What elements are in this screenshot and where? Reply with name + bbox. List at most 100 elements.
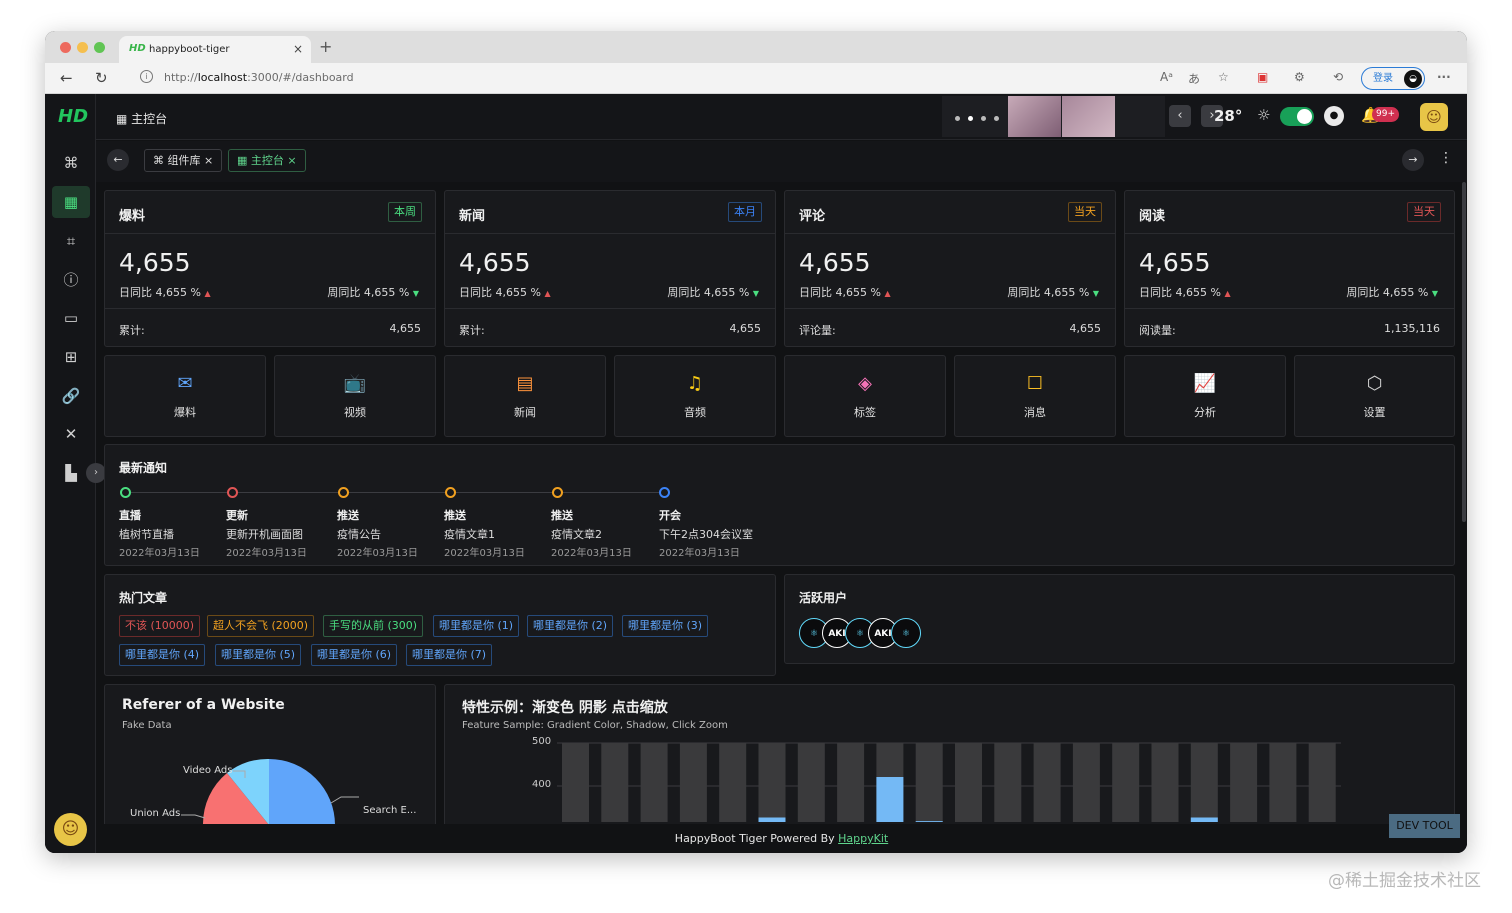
pie-slice-search-engine[interactable] bbox=[269, 759, 335, 825]
github-icon[interactable]: ● bbox=[1324, 106, 1344, 126]
nav-card-icon[interactable]: ▭ bbox=[52, 302, 90, 334]
tab-close-icon[interactable]: × bbox=[293, 42, 303, 56]
breadcrumb[interactable]: ▦ 主控台 bbox=[116, 110, 167, 127]
quick-link-video[interactable]: 📺 视频 bbox=[274, 355, 436, 437]
quick-link-tags[interactable]: ◈ 标签 bbox=[784, 355, 946, 437]
carousel-dot[interactable] bbox=[955, 116, 960, 121]
stat-card: 新闻 本月 4,655 日同比 4,655 % ▲ 周同比 4,655 % ▼ … bbox=[444, 190, 776, 347]
content-scrollbar[interactable] bbox=[1462, 182, 1466, 522]
page-tab-close-icon[interactable]: × bbox=[204, 154, 213, 167]
total-label: 累计: bbox=[459, 324, 485, 337]
carousel-image bbox=[1008, 96, 1061, 137]
maximize-window-button[interactable] bbox=[94, 42, 105, 53]
article-tag[interactable]: 哪里都是你 (3) bbox=[622, 615, 709, 637]
bar-background bbox=[1269, 743, 1297, 822]
timeline-content: 植树节直播 bbox=[119, 528, 174, 541]
carousel-dot[interactable] bbox=[981, 116, 986, 121]
article-tag[interactable]: 手写的从前 (300) bbox=[323, 615, 424, 637]
nav-layout-icon[interactable]: ▙ bbox=[52, 457, 90, 489]
bar[interactable] bbox=[876, 777, 904, 822]
divider bbox=[1125, 308, 1454, 309]
article-tag[interactable]: 超人不会飞 (2000) bbox=[207, 615, 315, 637]
tabs-more-icon[interactable]: ⋮ bbox=[1439, 150, 1453, 166]
bar[interactable] bbox=[758, 817, 786, 823]
user-avatar[interactable]: ☺ bbox=[1420, 103, 1448, 131]
url-field[interactable]: http://localhost:3000/#/dashboard bbox=[164, 71, 354, 84]
tabs-back-icon[interactable]: ← bbox=[107, 149, 129, 171]
browser-tab[interactable]: HD happyboot-tiger × bbox=[119, 36, 311, 63]
back-arrow-icon[interactable]: ← bbox=[60, 69, 73, 87]
article-tag[interactable]: 哪里都是你 (6) bbox=[311, 644, 398, 666]
extension-icon[interactable]: ▣ bbox=[1257, 70, 1268, 84]
bar-background bbox=[1230, 743, 1258, 822]
carousel-dot[interactable] bbox=[994, 116, 999, 121]
bar[interactable] bbox=[915, 821, 943, 822]
pie-label: Union Ads bbox=[130, 808, 181, 819]
quick-link-baoliao[interactable]: ✉ 爆料 bbox=[104, 355, 266, 437]
footer-link[interactable]: HappyKit bbox=[838, 832, 888, 845]
article-tag[interactable]: 哪里都是你 (2) bbox=[527, 615, 614, 637]
translate-icon[interactable]: あ bbox=[1188, 70, 1200, 87]
image-carousel[interactable] bbox=[942, 96, 1165, 137]
carousel-dot-active[interactable] bbox=[968, 116, 973, 121]
carousel-prev-icon[interactable]: ‹ bbox=[1169, 105, 1191, 127]
article-tag[interactable]: 哪里都是你 (1) bbox=[433, 615, 520, 637]
timeline-date: 2022年03月13日 bbox=[226, 548, 307, 559]
bar-background bbox=[955, 743, 982, 822]
more-menu-icon[interactable]: ··· bbox=[1437, 70, 1451, 84]
section-title: 活跃用户 bbox=[799, 591, 848, 605]
quick-link-analytics[interactable]: 📈 分析 bbox=[1124, 355, 1286, 437]
nav-dashboard-icon[interactable]: ▦ bbox=[52, 186, 90, 218]
article-tag[interactable]: 哪里都是你 (7) bbox=[406, 644, 493, 666]
new-tab-button[interactable]: + bbox=[319, 37, 332, 56]
active-users-card: 活跃用户 ⚛ AKI ⚛ AKI ⚛ bbox=[784, 574, 1455, 664]
bar-background bbox=[797, 743, 825, 822]
timeline-dot bbox=[338, 487, 349, 498]
carousel-image bbox=[1062, 96, 1115, 137]
article-tag[interactable]: 不该 (10000) bbox=[119, 615, 201, 637]
nav-tools-icon[interactable]: ✕ bbox=[52, 418, 90, 450]
close-window-button[interactable] bbox=[60, 42, 71, 53]
timeline-content: 下午2点304会议室 bbox=[659, 528, 753, 541]
page-tab-components[interactable]: ⌘ 组件库 × bbox=[144, 149, 223, 172]
down-arrow-icon: ▼ bbox=[412, 289, 419, 298]
quick-link-settings[interactable]: ⬡ 设置 bbox=[1294, 355, 1455, 437]
quick-link-audio[interactable]: ♫ 音频 bbox=[614, 355, 776, 437]
nav-crop-icon[interactable]: ⌗ bbox=[52, 225, 90, 257]
timeline-dot bbox=[120, 487, 131, 498]
dashboard-content: 爆料 本周 4,655 日同比 4,655 % ▲ 周同比 4,655 % ▼ … bbox=[96, 182, 1467, 853]
pie-label: Video Ads bbox=[183, 765, 233, 776]
quick-link-news[interactable]: ▤ 新闻 bbox=[444, 355, 606, 437]
quick-link-label: 标签 bbox=[854, 406, 876, 419]
quick-link-label: 视频 bbox=[344, 406, 366, 419]
app-logo[interactable]: HD bbox=[58, 106, 88, 128]
read-aloud-icon[interactable]: Aᵃ bbox=[1160, 70, 1173, 84]
nav-components-icon[interactable]: ⌘ bbox=[52, 147, 90, 179]
site-info-icon[interactable]: i bbox=[140, 70, 153, 83]
page-tab-close-icon[interactable]: × bbox=[287, 154, 296, 167]
article-tag[interactable]: 哪里都是你 (4) bbox=[119, 644, 206, 666]
browser-login-button[interactable]: 登录 ◒ bbox=[1361, 67, 1425, 90]
article-tag[interactable]: 哪里都是你 (5) bbox=[215, 644, 302, 666]
extensions-puzzle-icon[interactable]: ⚙ bbox=[1294, 70, 1305, 84]
page-tab-dashboard[interactable]: ▦ 主控台 × bbox=[228, 149, 306, 172]
bar[interactable] bbox=[1190, 817, 1218, 823]
dev-tool-button[interactable]: DEV TOOL bbox=[1389, 814, 1460, 838]
minimize-window-button[interactable] bbox=[77, 42, 88, 53]
page-footer: HappyBoot Tiger Powered By HappyKit bbox=[96, 824, 1467, 853]
reload-icon[interactable]: ↻ bbox=[95, 69, 108, 87]
user-avatar[interactable]: ⚛ bbox=[891, 618, 921, 648]
bar-background bbox=[640, 743, 668, 822]
quick-link-label: 消息 bbox=[1024, 406, 1046, 419]
quick-link-messages[interactable]: ☐ 消息 bbox=[954, 355, 1116, 437]
toggle-knob bbox=[1297, 109, 1312, 124]
tabs-forward-icon[interactable]: → bbox=[1402, 149, 1424, 171]
nav-link-icon[interactable]: 🔗 bbox=[52, 380, 90, 412]
divider bbox=[785, 308, 1115, 309]
nav-alert-icon[interactable]: ⓘ bbox=[52, 264, 90, 296]
nav-table-icon[interactable]: ⊞ bbox=[52, 341, 90, 373]
sidebar-user-avatar[interactable]: ☺ bbox=[54, 813, 87, 846]
favorite-star-icon[interactable]: ☆ bbox=[1218, 70, 1229, 84]
theme-toggle[interactable] bbox=[1280, 107, 1314, 126]
history-icon[interactable]: ⟲ bbox=[1333, 70, 1343, 84]
